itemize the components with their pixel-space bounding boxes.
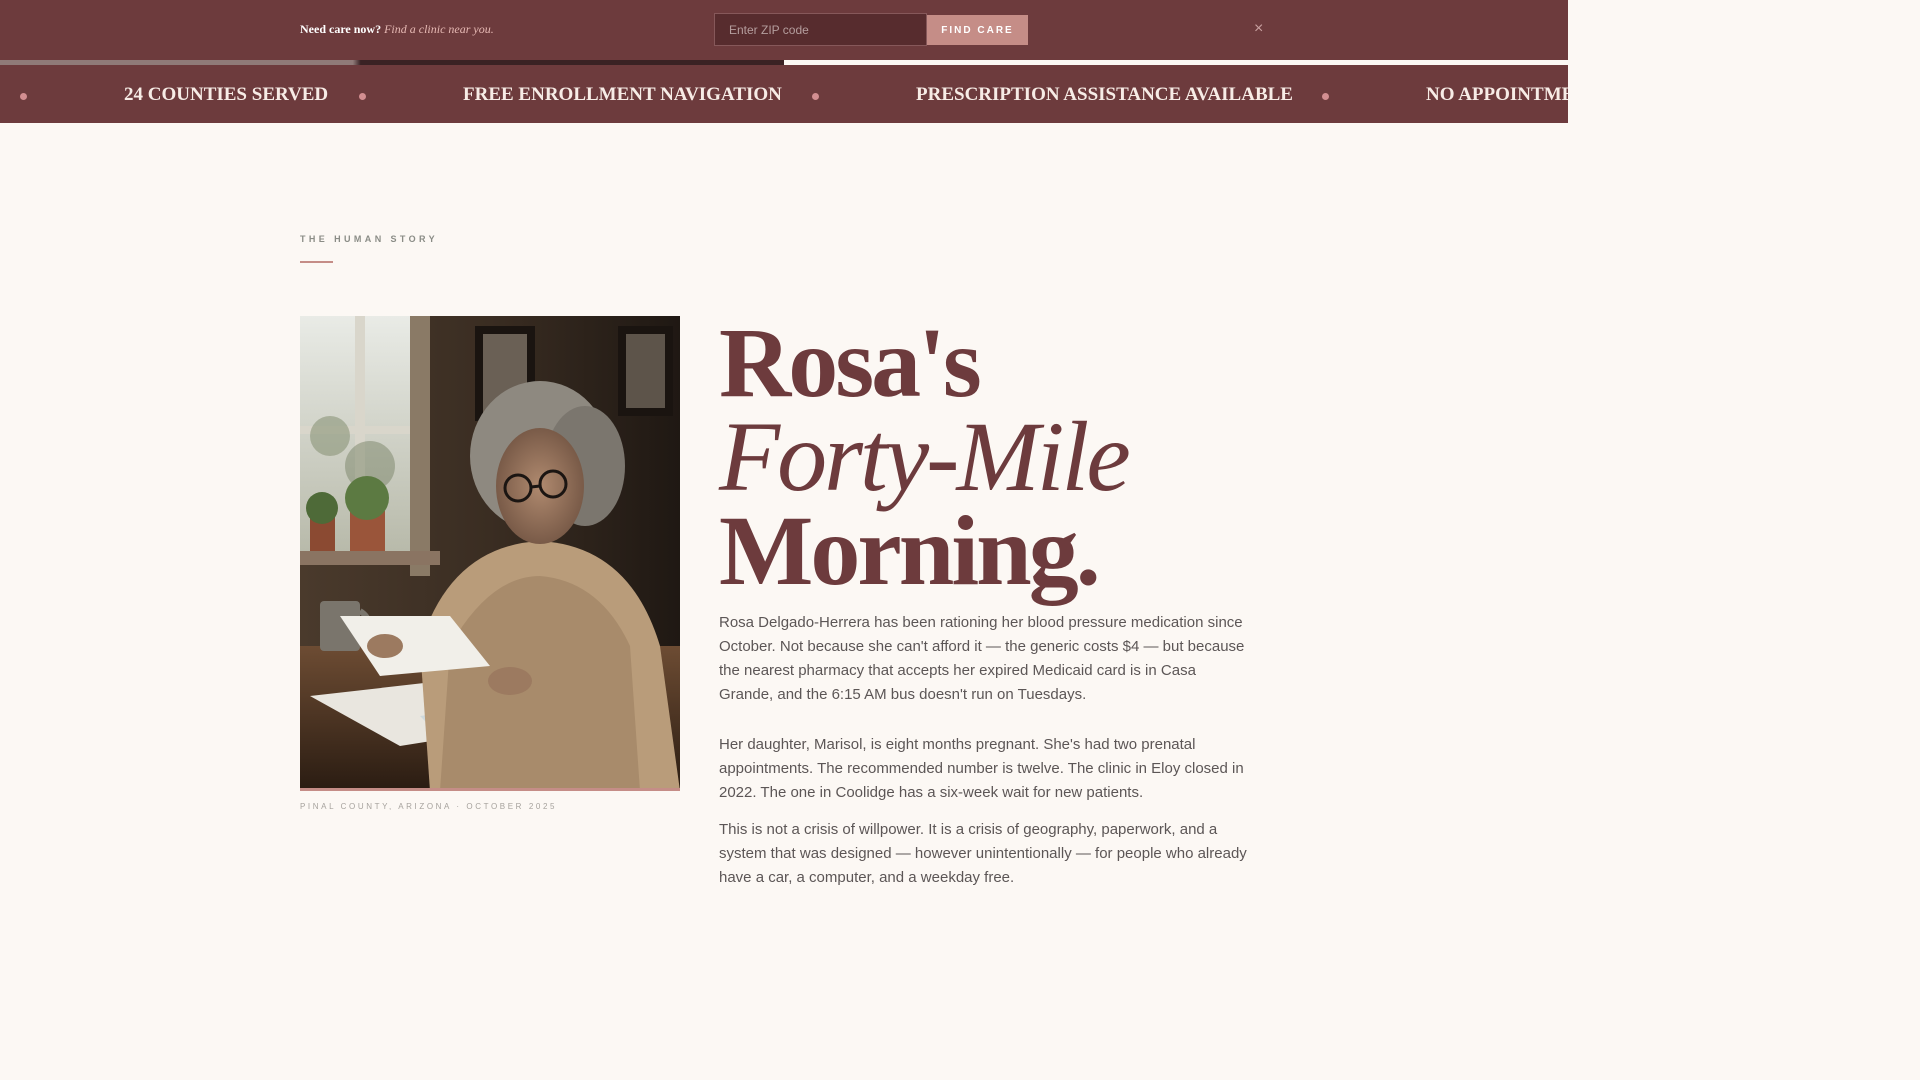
story-paragraph: This is not a crisis of willpower. It is… [719, 821, 1247, 886]
story-photo [300, 316, 680, 791]
care-alert-bar: Need care now? Find a clinic near you. F… [0, 0, 1568, 60]
find-care-button[interactable]: FIND CARE [927, 15, 1028, 45]
eyebrow-divider [300, 261, 333, 263]
ticker-dot [1322, 93, 1329, 100]
ticker-item: 24 COUNTIES SERVED [124, 84, 329, 105]
zip-code-input[interactable] [714, 13, 927, 46]
ticker-item: FREE ENROLLMENT NAVIGATION [463, 84, 782, 105]
story-headline: Rosa's Forty-Mile Morning. [719, 307, 1131, 606]
photo-caption: PINAL COUNTY, ARIZONA · OCTOBER 2025 [300, 802, 558, 811]
story-paragraph: Rosa Delgado-Herrera has been rationing … [719, 614, 1245, 703]
ticker-dot [20, 93, 27, 100]
close-icon[interactable]: × [1254, 19, 1263, 39]
ticker-item: PRESCRIPTION ASSISTANCE AVAILABLE [916, 84, 1293, 105]
ticker-item: NO APPOINTME [1426, 84, 1568, 105]
story-paragraph: Her daughter, Marisol, is eight months p… [719, 736, 1244, 801]
headline-line-3: Morning. [719, 495, 1101, 606]
alert-lead: Need care now? [300, 22, 382, 36]
headline-line-1: Rosa's [719, 307, 982, 418]
alert-message: Need care now? Find a clinic near you. [300, 22, 494, 37]
ticker-dot [812, 93, 819, 100]
ticker-dot [359, 93, 366, 100]
woman-reading-illustration [300, 316, 680, 788]
stats-ticker: 24 COUNTIES SERVED FREE ENROLLMENT NAVIG… [0, 65, 1568, 123]
section-eyebrow: THE HUMAN STORY [300, 234, 439, 244]
alert-sub: Find a clinic near you. [384, 22, 494, 36]
headline-line-2: Forty-Mile [719, 401, 1131, 512]
